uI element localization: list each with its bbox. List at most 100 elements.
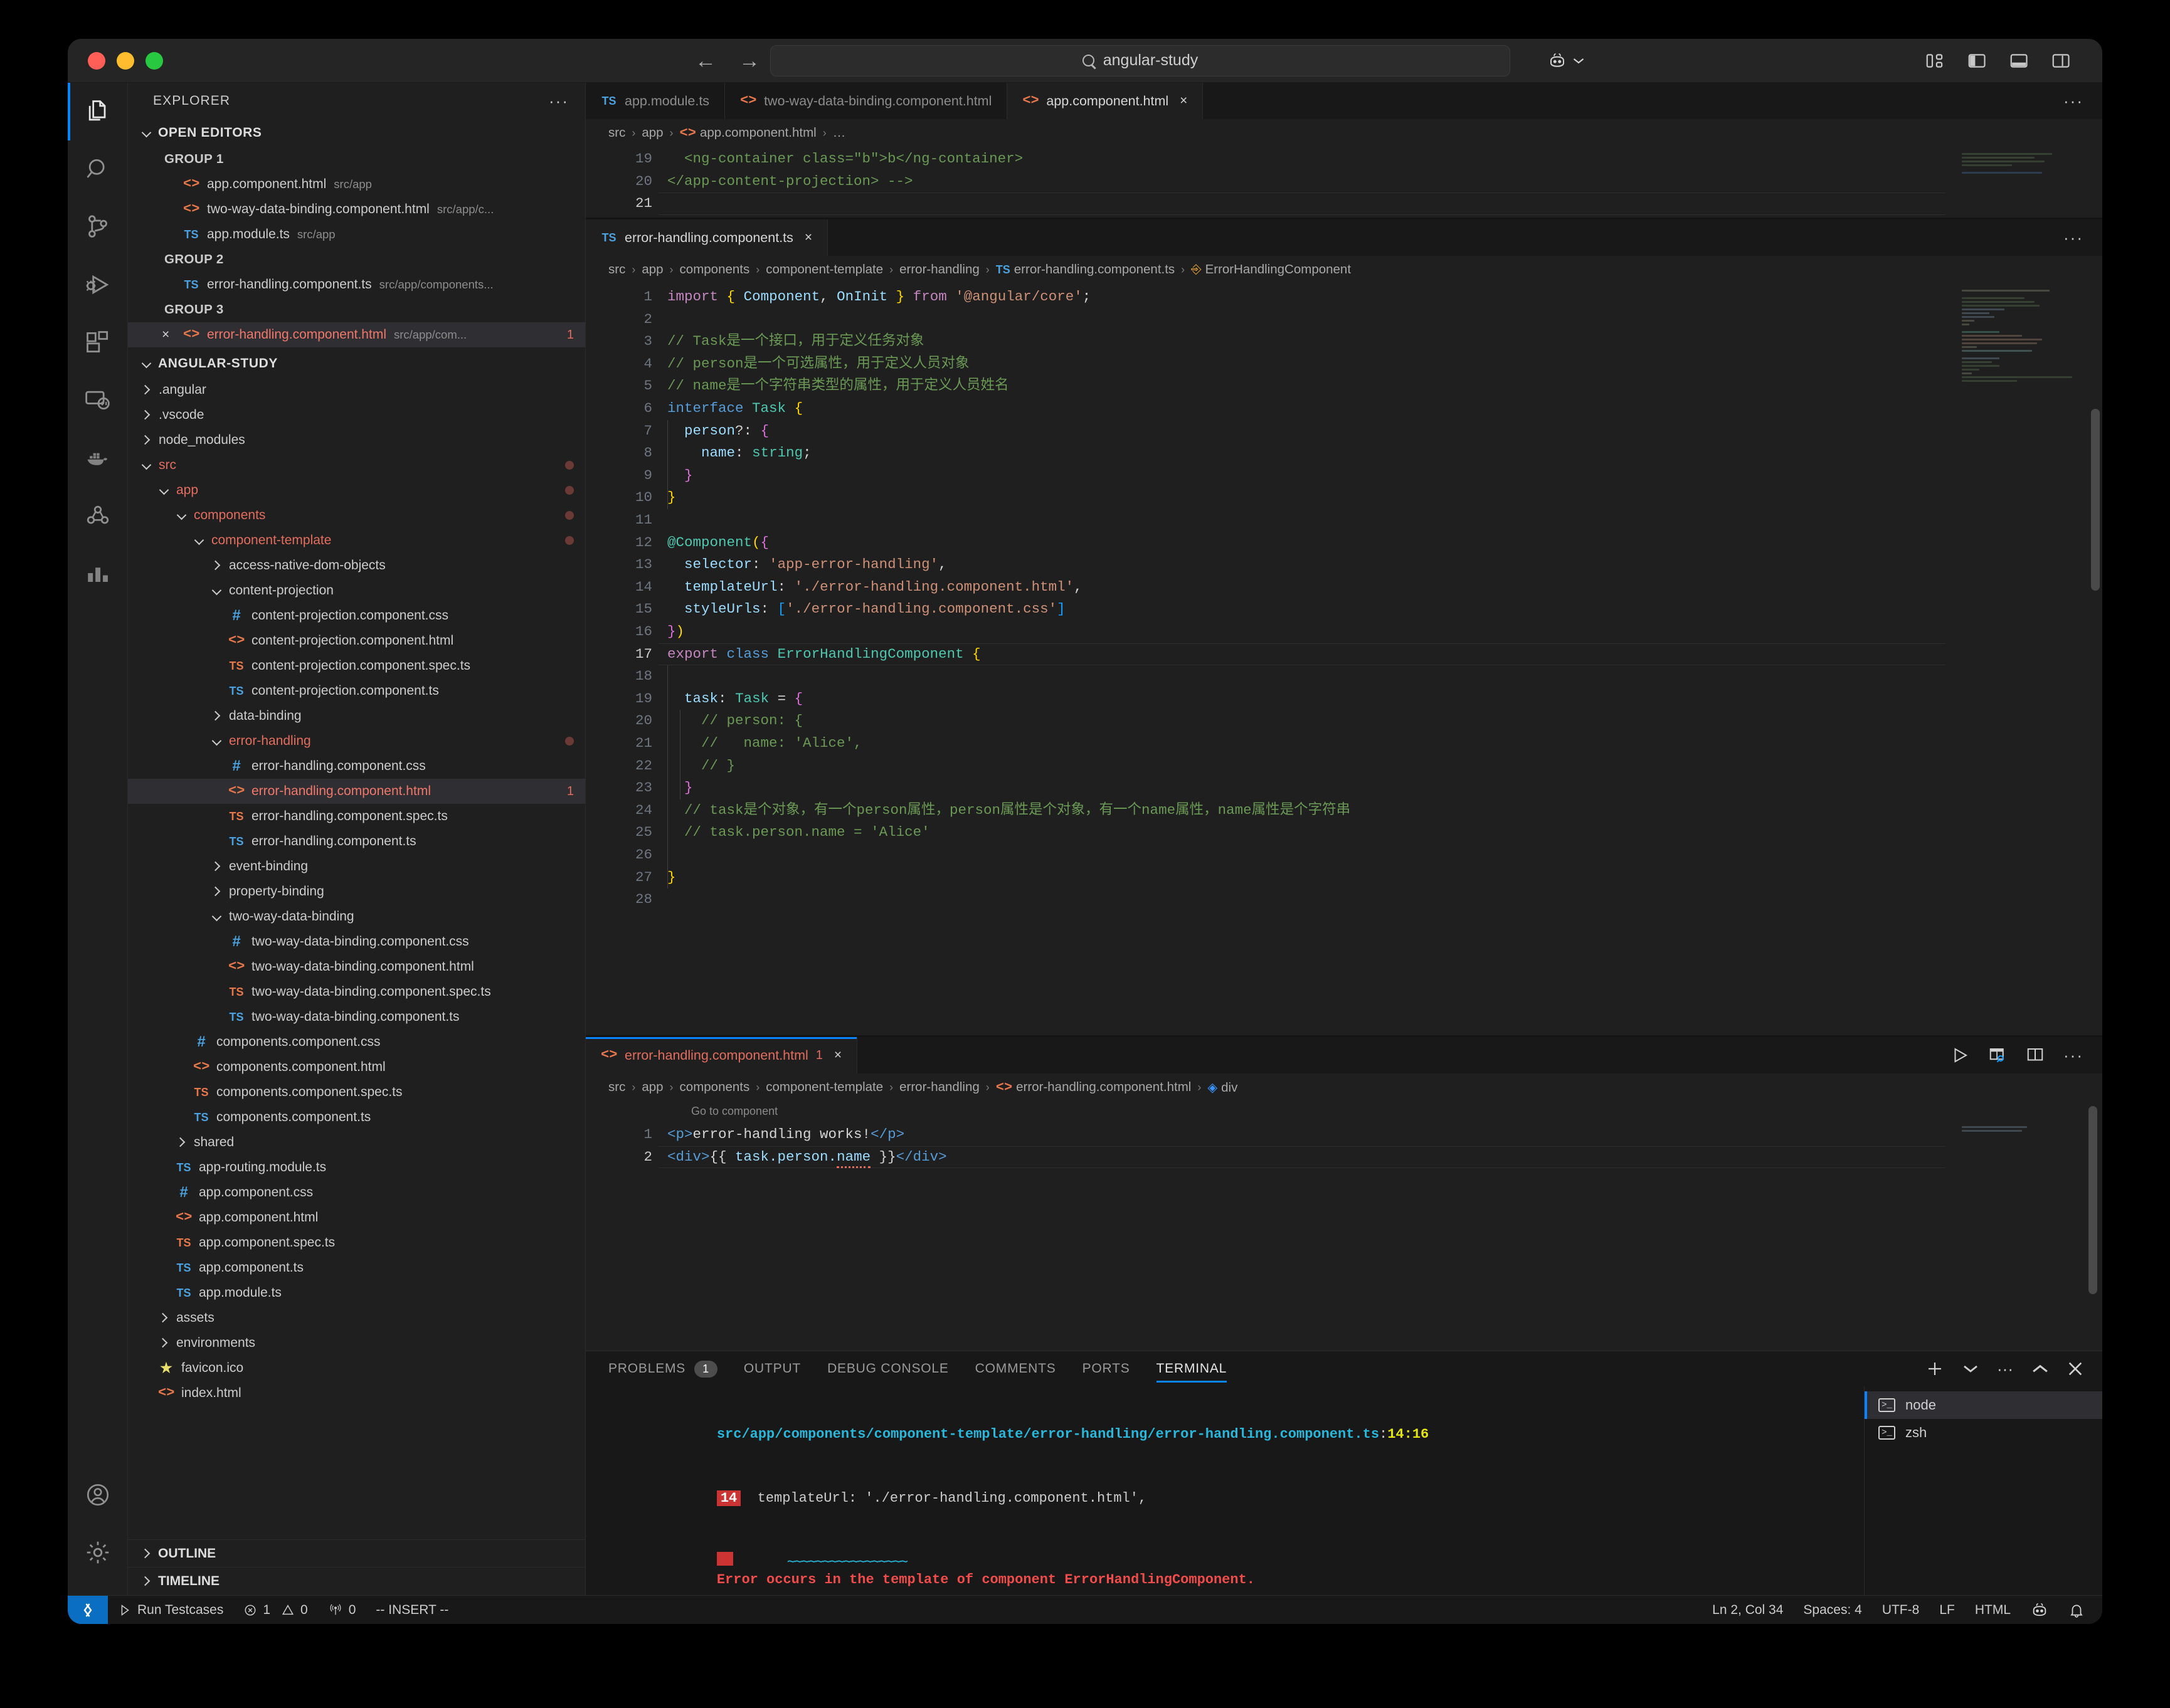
breadcrumb-item[interactable]: components bbox=[680, 262, 750, 277]
tree-folder[interactable]: assets bbox=[128, 1305, 585, 1331]
tree-folder[interactable]: components bbox=[128, 503, 585, 528]
code-line[interactable]: task: Task = { bbox=[667, 688, 803, 710]
accounts-button[interactable] bbox=[68, 1466, 128, 1524]
code-line[interactable]: // person: { bbox=[667, 710, 803, 732]
editor-scrollbar-vertical[interactable] bbox=[2091, 409, 2100, 591]
close-window-button[interactable] bbox=[88, 51, 105, 70]
tree-file[interactable]: # two-way-data-binding.component.css bbox=[128, 929, 585, 954]
tree-file[interactable]: TS app.component.ts bbox=[128, 1255, 585, 1280]
code-line[interactable]: </app-content-projection> --> bbox=[667, 171, 913, 193]
tree-file[interactable]: <> content-projection.component.html bbox=[128, 628, 585, 653]
tree-file[interactable]: # app.component.css bbox=[128, 1180, 585, 1205]
open-editor-item[interactable]: × <> error-handling.component.html src/app/… bbox=[128, 322, 585, 347]
tree-folder[interactable]: two-way-data-binding bbox=[128, 904, 585, 929]
tree-file[interactable]: TS two-way-data-binding.component.ts bbox=[128, 1004, 585, 1030]
sidebar-item-search[interactable] bbox=[68, 140, 128, 198]
breadcrumb-item[interactable]: src bbox=[608, 1080, 625, 1095]
arrow-left-icon[interactable]: ← bbox=[695, 50, 716, 71]
tree-folder[interactable]: src bbox=[128, 453, 585, 478]
code-line[interactable]: // } bbox=[667, 755, 735, 778]
chevron-down-icon[interactable] bbox=[1963, 1364, 1978, 1374]
code-line[interactable]: styleUrls: ['./error-handling.component.… bbox=[667, 598, 1066, 621]
sidebar-item-run-and-debug[interactable] bbox=[68, 256, 128, 314]
tree-file[interactable]: TS app-routing.module.ts bbox=[128, 1155, 585, 1180]
explorer-more-actions[interactable]: ··· bbox=[549, 92, 569, 111]
breadcrumb-item[interactable]: app bbox=[642, 262, 663, 277]
arrow-right-icon[interactable]: → bbox=[739, 50, 760, 71]
terminal-list-item[interactable]: >_ node bbox=[1865, 1391, 2102, 1419]
minimap-group-1[interactable] bbox=[1962, 153, 2087, 176]
remote-window-button[interactable] bbox=[68, 1595, 108, 1624]
code-line[interactable]: import { Component, OnInit } from '@angu… bbox=[667, 286, 1091, 308]
code-line[interactable]: export class ErrorHandlingComponent { bbox=[667, 643, 981, 666]
breadcrumb-item[interactable]: error-handling bbox=[899, 262, 980, 277]
breadcrumb-item[interactable]: TS error-handling.component.ts bbox=[996, 262, 1175, 277]
sidebar-item-test-explorer[interactable] bbox=[68, 487, 128, 544]
timeline-section-header[interactable]: TIMELINE bbox=[128, 1568, 585, 1595]
code-line[interactable]: // person是一个可选属性，用于定义人员对象 bbox=[667, 353, 970, 376]
tree-folder[interactable]: access-native-dom-objects bbox=[128, 553, 585, 578]
panel-tab[interactable]: COMMENTS bbox=[975, 1351, 1056, 1386]
breadcrumb-item[interactable]: component-template bbox=[766, 262, 883, 277]
tree-folder[interactable]: environments bbox=[128, 1331, 585, 1356]
quick-open-search[interactable]: angular-study bbox=[770, 45, 1510, 76]
editor-tab[interactable]: TS error-handling.component.ts × bbox=[586, 219, 828, 256]
sidebar-item-explorer[interactable] bbox=[68, 83, 128, 140]
tree-file[interactable]: TS error-handling.component.spec.ts bbox=[128, 804, 585, 829]
sidebar-item-source-control[interactable] bbox=[68, 198, 128, 256]
settings-button[interactable] bbox=[68, 1524, 128, 1581]
breadcrumb-item[interactable]: <> error-handling.component.html bbox=[996, 1080, 1192, 1095]
tree-file[interactable]: <> components.component.html bbox=[128, 1055, 585, 1080]
tree-file[interactable]: TS components.component.spec.ts bbox=[128, 1080, 585, 1105]
terminal-error-path[interactable]: src/app/components/component-template/er… bbox=[717, 1426, 1379, 1442]
window-controls[interactable] bbox=[88, 51, 163, 70]
code-line[interactable]: selector: 'app-error-handling', bbox=[667, 554, 947, 576]
tree-file[interactable]: TS components.component.ts bbox=[128, 1105, 585, 1130]
copilot-menu[interactable] bbox=[1548, 51, 1584, 70]
minimize-window-button[interactable] bbox=[117, 51, 134, 70]
code-pane-group-3[interactable]: Go to component 1 <p>error-handling works… bbox=[586, 1101, 2102, 1351]
breadcrumb-item[interactable]: error-handling bbox=[899, 1080, 980, 1095]
tree-file[interactable]: TS app.module.ts bbox=[128, 1280, 585, 1305]
tree-folder[interactable]: node_modules bbox=[128, 428, 585, 453]
customize-layout-icon[interactable] bbox=[1925, 52, 1946, 70]
code-line[interactable]: <div>{{ task.person.name }}</div> bbox=[667, 1146, 947, 1169]
sidebar-item-remote-explorer[interactable] bbox=[68, 371, 128, 429]
panel-tab[interactable]: TERMINAL bbox=[1156, 1351, 1227, 1386]
tree-file[interactable]: TS app.component.spec.ts bbox=[128, 1230, 585, 1255]
breadcrumb-item[interactable]: component-template bbox=[766, 1080, 883, 1095]
navigation-arrows[interactable]: ← → bbox=[695, 50, 760, 71]
code-line[interactable]: } bbox=[667, 867, 676, 889]
tree-folder[interactable]: app bbox=[128, 478, 585, 503]
tree-file[interactable]: ★ favicon.ico bbox=[128, 1356, 585, 1381]
status-run-testcases[interactable]: Run Testcases bbox=[108, 1596, 233, 1625]
editor-scrollbar-vertical-3[interactable] bbox=[2088, 1106, 2097, 1294]
project-section-header[interactable]: ANGULAR-STUDY bbox=[128, 350, 585, 377]
editor-tab[interactable]: TS app.module.ts bbox=[586, 83, 726, 119]
editor-tab[interactable]: <> two-way-data-binding.component.html bbox=[725, 83, 1008, 119]
maximize-window-button[interactable] bbox=[146, 51, 163, 70]
code-line[interactable]: // name是一个字符串类型的属性，用于定义人员姓名 bbox=[667, 375, 1009, 398]
open-editor-item[interactable]: <> app.component.html src/app bbox=[128, 172, 585, 197]
editor-tab-actions[interactable]: ··· bbox=[2045, 83, 2102, 119]
code-line[interactable]: // task是个对象，有一个person属性，person属性是个对象，有一个… bbox=[667, 799, 1350, 822]
editor-toolbar-group-3[interactable]: ··· bbox=[1932, 1037, 2102, 1073]
tree-file[interactable]: <> error-handling.component.html 1 bbox=[128, 779, 585, 804]
close-panel-icon[interactable] bbox=[2067, 1361, 2083, 1377]
open-editors-section-header[interactable]: OPEN EDITORS bbox=[128, 119, 585, 147]
codelens-go-to-component[interactable]: Go to component bbox=[691, 1105, 778, 1118]
breadcrumb-item[interactable]: app bbox=[642, 125, 663, 140]
editor-tab[interactable]: <> app.component.html × bbox=[1007, 83, 1204, 119]
open-editor-item[interactable]: TS error-handling.component.ts src/app/com… bbox=[128, 272, 585, 297]
sidebar-item-chart[interactable] bbox=[68, 544, 128, 602]
tree-file[interactable]: # components.component.css bbox=[128, 1030, 585, 1055]
status-indentation[interactable]: Spaces: 4 bbox=[1793, 1596, 1871, 1625]
code-line[interactable]: // Task是一个接口，用于定义任务对象 bbox=[667, 330, 924, 353]
breadcrumb-item[interactable]: components bbox=[680, 1080, 750, 1095]
tree-folder[interactable]: content-projection bbox=[128, 578, 585, 603]
tree-file[interactable]: TS error-handling.component.ts bbox=[128, 829, 585, 854]
toggle-panel-icon[interactable] bbox=[2009, 52, 2030, 70]
minimap-group-3[interactable] bbox=[1962, 1126, 2087, 1134]
open-preview-icon[interactable] bbox=[1988, 1046, 2007, 1065]
code-line[interactable]: <p>error-handling works!</p> bbox=[667, 1124, 904, 1146]
